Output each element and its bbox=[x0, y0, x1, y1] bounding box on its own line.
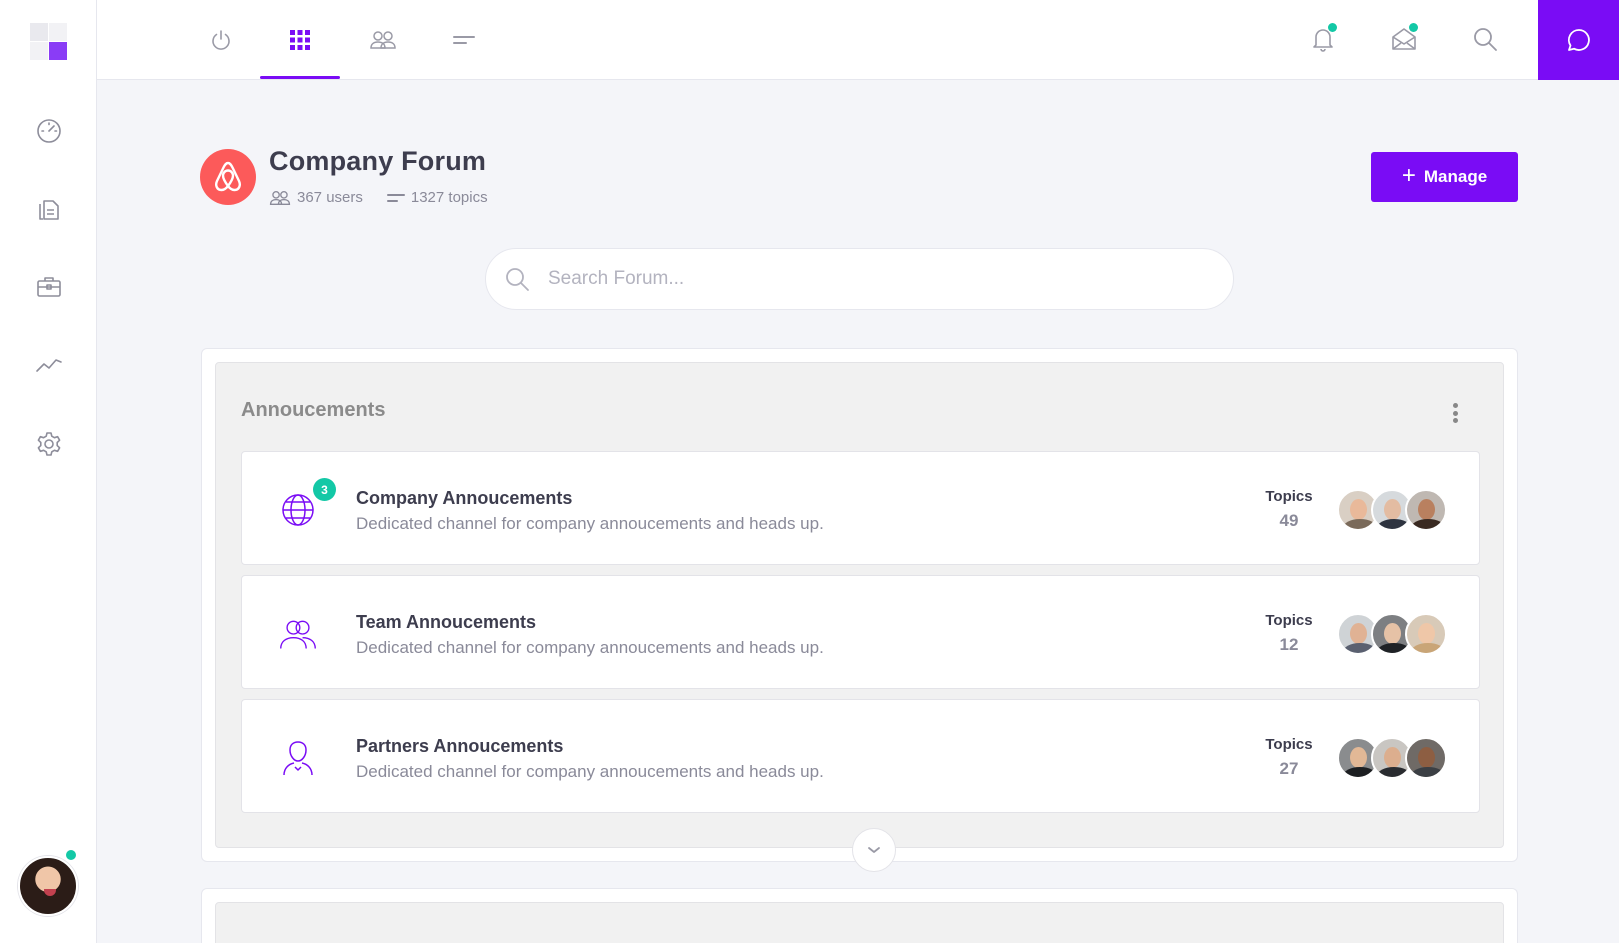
group-title: Annoucements bbox=[241, 399, 386, 421]
sidebar-item-analytics[interactable] bbox=[34, 350, 64, 380]
chevron-down-icon bbox=[868, 847, 880, 853]
channel-team-annoucements[interactable]: Team Annoucements Dedicated channel for … bbox=[241, 575, 1480, 689]
kebab-dot bbox=[1452, 403, 1458, 408]
topics-value: 49 bbox=[1279, 511, 1299, 530]
kebab-dot bbox=[1452, 410, 1458, 416]
kebab-dot bbox=[1452, 418, 1458, 423]
member-avatar[interactable] bbox=[1405, 489, 1447, 531]
member-avatar[interactable] bbox=[1405, 613, 1447, 655]
current-user-avatar[interactable] bbox=[18, 856, 78, 916]
online-status-dot bbox=[64, 848, 78, 862]
briefcase-icon bbox=[37, 277, 61, 297]
trend-chart-icon bbox=[36, 359, 62, 372]
channel-name[interactable]: Team Annoucements bbox=[356, 612, 536, 633]
topics-count: 1327 topics bbox=[410, 189, 488, 206]
channel-description: Dedicated channel for company annoucemen… bbox=[356, 638, 824, 657]
channel-icon bbox=[278, 490, 318, 530]
topics-value: 27 bbox=[1279, 759, 1299, 778]
top-bar bbox=[97, 0, 1619, 80]
member-avatar[interactable] bbox=[1405, 737, 1447, 779]
search-icon bbox=[506, 268, 529, 291]
dashboard-gauge-icon bbox=[37, 119, 61, 143]
grid-icon bbox=[290, 30, 310, 50]
users-count: 367 users bbox=[297, 189, 363, 206]
manage-button[interactable]: + Manage bbox=[1371, 152, 1518, 202]
documents-icon bbox=[39, 200, 59, 220]
channel-name[interactable]: Company Annoucements bbox=[356, 488, 572, 509]
airbnb-logo-icon bbox=[215, 161, 241, 192]
settings-gear-icon bbox=[37, 432, 61, 456]
left-sidebar bbox=[0, 0, 97, 943]
topics-label: Topics bbox=[1265, 612, 1313, 629]
search-icon bbox=[1474, 28, 1497, 51]
topics-value: 12 bbox=[1279, 635, 1299, 654]
tab-users[interactable] bbox=[343, 0, 423, 80]
topics-label: Topics bbox=[1265, 736, 1313, 753]
chat-button[interactable] bbox=[1538, 0, 1619, 80]
sidebar-item-documents[interactable] bbox=[34, 194, 64, 224]
channel-description: Dedicated channel for company annoucemen… bbox=[356, 762, 824, 781]
topics-label: Topics bbox=[1265, 488, 1313, 505]
forum-stats: 367 users 1327 topics bbox=[269, 189, 488, 206]
partner-user-icon bbox=[283, 741, 313, 776]
forum-group-next bbox=[201, 888, 1518, 943]
plus-icon: + bbox=[1401, 162, 1416, 189]
forum-group-next-panel bbox=[215, 902, 1504, 943]
sidebar-item-settings[interactable] bbox=[34, 429, 64, 459]
forum-search bbox=[485, 248, 1234, 310]
channel-partners-annoucements[interactable]: Partners Annoucements Dedicated channel … bbox=[241, 699, 1480, 813]
channel-description: Dedicated channel for company annoucemen… bbox=[356, 514, 824, 533]
tab-apps[interactable] bbox=[260, 0, 340, 80]
users-icon bbox=[269, 190, 291, 205]
app-logo[interactable] bbox=[30, 23, 68, 61]
forum-group-panel: Annoucements 3 Company Annoucements Dedi… bbox=[215, 362, 1504, 872]
new-topics-badge: 3 bbox=[313, 478, 336, 501]
menu-lines-icon bbox=[453, 36, 475, 44]
sidebar-item-dashboard[interactable] bbox=[34, 116, 64, 146]
sidebar-item-briefcase[interactable] bbox=[34, 272, 64, 302]
collapse-group-button[interactable] bbox=[852, 828, 896, 872]
channel-company-annoucements[interactable]: 3 Company Annoucements Dedicated channel… bbox=[241, 451, 1480, 565]
channel-icon bbox=[278, 614, 318, 654]
forum-group: Annoucements 3 Company Annoucements Dedi… bbox=[201, 348, 1518, 872]
power-icon bbox=[212, 30, 230, 50]
notification-dot bbox=[1328, 23, 1337, 32]
team-users-icon bbox=[280, 620, 316, 649]
chat-bubble-icon bbox=[1567, 29, 1590, 51]
manage-button-label: Manage bbox=[1423, 167, 1488, 186]
users-icon bbox=[370, 31, 396, 49]
tab-power[interactable] bbox=[181, 0, 261, 80]
tab-list[interactable] bbox=[424, 0, 504, 80]
messages-button[interactable] bbox=[1387, 22, 1421, 56]
forum-brand-logo bbox=[200, 149, 256, 205]
notifications-button[interactable] bbox=[1306, 22, 1340, 56]
topics-lines-icon bbox=[386, 193, 405, 202]
page-title: Company Forum bbox=[269, 146, 487, 176]
channel-name[interactable]: Partners Annoucements bbox=[356, 736, 563, 757]
globe-icon bbox=[282, 494, 314, 526]
channel-icon bbox=[278, 738, 318, 778]
message-dot bbox=[1409, 23, 1418, 32]
global-search-button[interactable] bbox=[1468, 22, 1502, 56]
search-input[interactable] bbox=[548, 268, 1148, 290]
group-more-menu[interactable] bbox=[1445, 401, 1465, 425]
